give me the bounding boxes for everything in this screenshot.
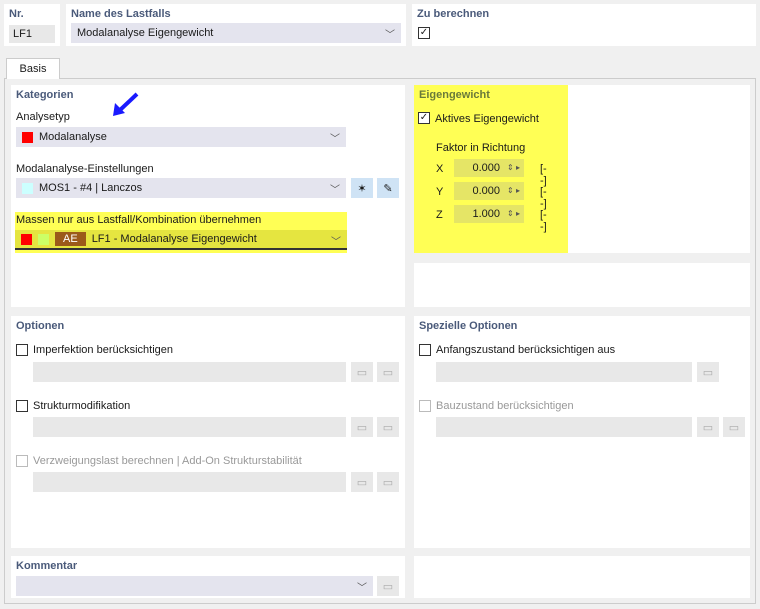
imperfektion-label: Imperfektion berücksichtigen bbox=[33, 344, 174, 356]
unit-label: [--] bbox=[540, 163, 547, 187]
bauzustand-checkbox[interactable] bbox=[419, 400, 431, 412]
edit-button[interactable]: ▭ bbox=[697, 362, 719, 382]
factor-y-input[interactable]: 0.000 ⇕ ▸ bbox=[454, 182, 524, 200]
kommentar-title: Kommentar bbox=[16, 560, 78, 572]
strukturmodifikation-field[interactable] bbox=[33, 417, 346, 437]
optionen-title: Optionen bbox=[16, 320, 65, 332]
color-swatch bbox=[22, 131, 33, 143]
imperfektion-checkbox[interactable] bbox=[16, 344, 28, 356]
ae-badge: AE bbox=[55, 232, 86, 246]
arrow-annotation-icon bbox=[113, 92, 139, 116]
kategorien-title: Kategorien bbox=[16, 89, 74, 101]
factor-x-input[interactable]: 0.000 ⇕ ▸ bbox=[454, 159, 524, 177]
edit-button[interactable]: ▭ bbox=[723, 417, 745, 437]
active-checkbox[interactable]: ✓ bbox=[418, 112, 430, 124]
factor-z-input[interactable]: 1.000 ⇕ ▸ bbox=[454, 205, 524, 223]
bauzustand-field[interactable] bbox=[436, 417, 692, 437]
name-value: Modalanalyse Eigengewicht bbox=[77, 27, 214, 39]
anfangszustand-label: Anfangszustand berücksichtigen aus bbox=[436, 344, 616, 356]
analysetyp-dropdown[interactable]: Modalanalyse ﹀ bbox=[16, 127, 346, 147]
massen-dropdown[interactable]: AE LF1 - Modalanalyse Eigengewicht ﹀ bbox=[15, 230, 347, 250]
chevron-down-icon: ﹀ bbox=[330, 185, 340, 196]
chevron-down-icon: ﹀ bbox=[357, 583, 367, 594]
massen-value: LF1 - Modalanalyse Eigengewicht bbox=[91, 233, 257, 245]
new-settings-button[interactable]: ✶ bbox=[351, 178, 373, 198]
factor-label: Faktor in Richtung bbox=[436, 142, 526, 154]
massen-highlight: Massen nur aus Lastfall/Kombination über… bbox=[15, 212, 347, 253]
spinner-icon: ⇕ ▸ bbox=[507, 186, 520, 195]
verzweigungslast-field[interactable] bbox=[33, 472, 346, 492]
analysetyp-label: Analysetyp bbox=[16, 111, 70, 123]
bauzustand-label: Bauzustand berücksichtigen bbox=[436, 400, 574, 412]
new-button[interactable]: ▭ bbox=[351, 417, 373, 437]
unit-label: [--] bbox=[540, 186, 547, 210]
spinner-icon: ⇕ ▸ bbox=[507, 209, 520, 218]
chevron-down-icon: ﹀ bbox=[330, 134, 340, 145]
edit-button[interactable]: ▭ bbox=[377, 362, 399, 382]
nr-panel: Nr. LF1 bbox=[4, 4, 60, 46]
anfangszustand-field[interactable] bbox=[436, 362, 692, 382]
verzweigungslast-label: Verzweigungslast berechnen | Add-On Stru… bbox=[33, 455, 302, 467]
active-label: Aktives Eigengewicht bbox=[435, 113, 539, 125]
edit-settings-button[interactable]: ✎ bbox=[377, 178, 399, 198]
verzweigungslast-checkbox[interactable] bbox=[16, 455, 28, 467]
modal-value: MOS1 - #4 | Lanczos bbox=[39, 182, 143, 194]
spezielle-title: Spezielle Optionen bbox=[419, 320, 518, 332]
kommentar-dropdown[interactable]: ﹀ bbox=[16, 576, 373, 596]
new-button[interactable]: ▭ bbox=[351, 472, 373, 492]
color-swatch bbox=[22, 182, 33, 194]
color-swatch bbox=[21, 233, 32, 245]
tab-basis[interactable]: Basis bbox=[6, 58, 60, 79]
strukturmodifikation-label: Strukturmodifikation bbox=[33, 400, 131, 412]
eigengewicht-panel: Eigengewicht ✓ Aktives Eigengewicht Fakt… bbox=[414, 85, 750, 253]
empty-panel bbox=[414, 263, 750, 307]
eigengewicht-title: Eigengewicht bbox=[419, 89, 490, 101]
calc-label: Zu berechnen bbox=[417, 8, 490, 20]
axis-label: Y bbox=[436, 186, 444, 198]
modal-label: Modalanalyse-Einstellungen bbox=[16, 163, 154, 175]
optionen-panel: Optionen Imperfektion berücksichtigen ▭ … bbox=[11, 316, 405, 548]
nr-field[interactable]: LF1 bbox=[9, 25, 55, 43]
axis-label: Z bbox=[436, 209, 443, 221]
spezielle-panel: Spezielle Optionen Anfangszustand berück… bbox=[414, 316, 750, 548]
new-button[interactable]: ▭ bbox=[351, 362, 373, 382]
imperfektion-field[interactable] bbox=[33, 362, 346, 382]
axis-label: X bbox=[436, 163, 444, 175]
new-button[interactable]: ▭ bbox=[697, 417, 719, 437]
color-swatch bbox=[38, 233, 49, 245]
kommentar-panel: Kommentar ﹀ ▭ bbox=[11, 556, 405, 598]
chevron-down-icon: ﹀ bbox=[385, 30, 395, 41]
unit-label: [--] bbox=[540, 209, 547, 233]
chevron-down-icon: ﹀ bbox=[331, 237, 341, 248]
nr-label: Nr. bbox=[9, 8, 24, 20]
calc-checkbox[interactable]: ✓ bbox=[418, 27, 430, 39]
modal-dropdown[interactable]: MOS1 - #4 | Lanczos ﹀ bbox=[16, 178, 346, 198]
edit-button[interactable]: ▭ bbox=[377, 417, 399, 437]
edit-button[interactable]: ▭ bbox=[377, 472, 399, 492]
anfangszustand-checkbox[interactable] bbox=[419, 344, 431, 356]
name-dropdown[interactable]: Modalanalyse Eigengewicht ﹀ bbox=[71, 23, 401, 43]
empty-panel bbox=[414, 556, 750, 598]
calc-panel: Zu berechnen ✓ bbox=[412, 4, 756, 46]
name-panel: Name des Lastfalls Modalanalyse Eigengew… bbox=[66, 4, 406, 46]
kategorien-panel: Kategorien Analysetyp Modalanalyse ﹀ Moda… bbox=[11, 85, 405, 307]
eigengewicht-highlight: Eigengewicht ✓ Aktives Eigengewicht Fakt… bbox=[414, 85, 568, 253]
name-label: Name des Lastfalls bbox=[71, 8, 171, 20]
kommentar-button[interactable]: ▭ bbox=[377, 576, 399, 596]
spinner-icon: ⇕ ▸ bbox=[507, 163, 520, 172]
analysetyp-value: Modalanalyse bbox=[39, 131, 107, 143]
strukturmodifikation-checkbox[interactable] bbox=[16, 400, 28, 412]
massen-label: Massen nur aus Lastfall/Kombination über… bbox=[16, 214, 262, 226]
